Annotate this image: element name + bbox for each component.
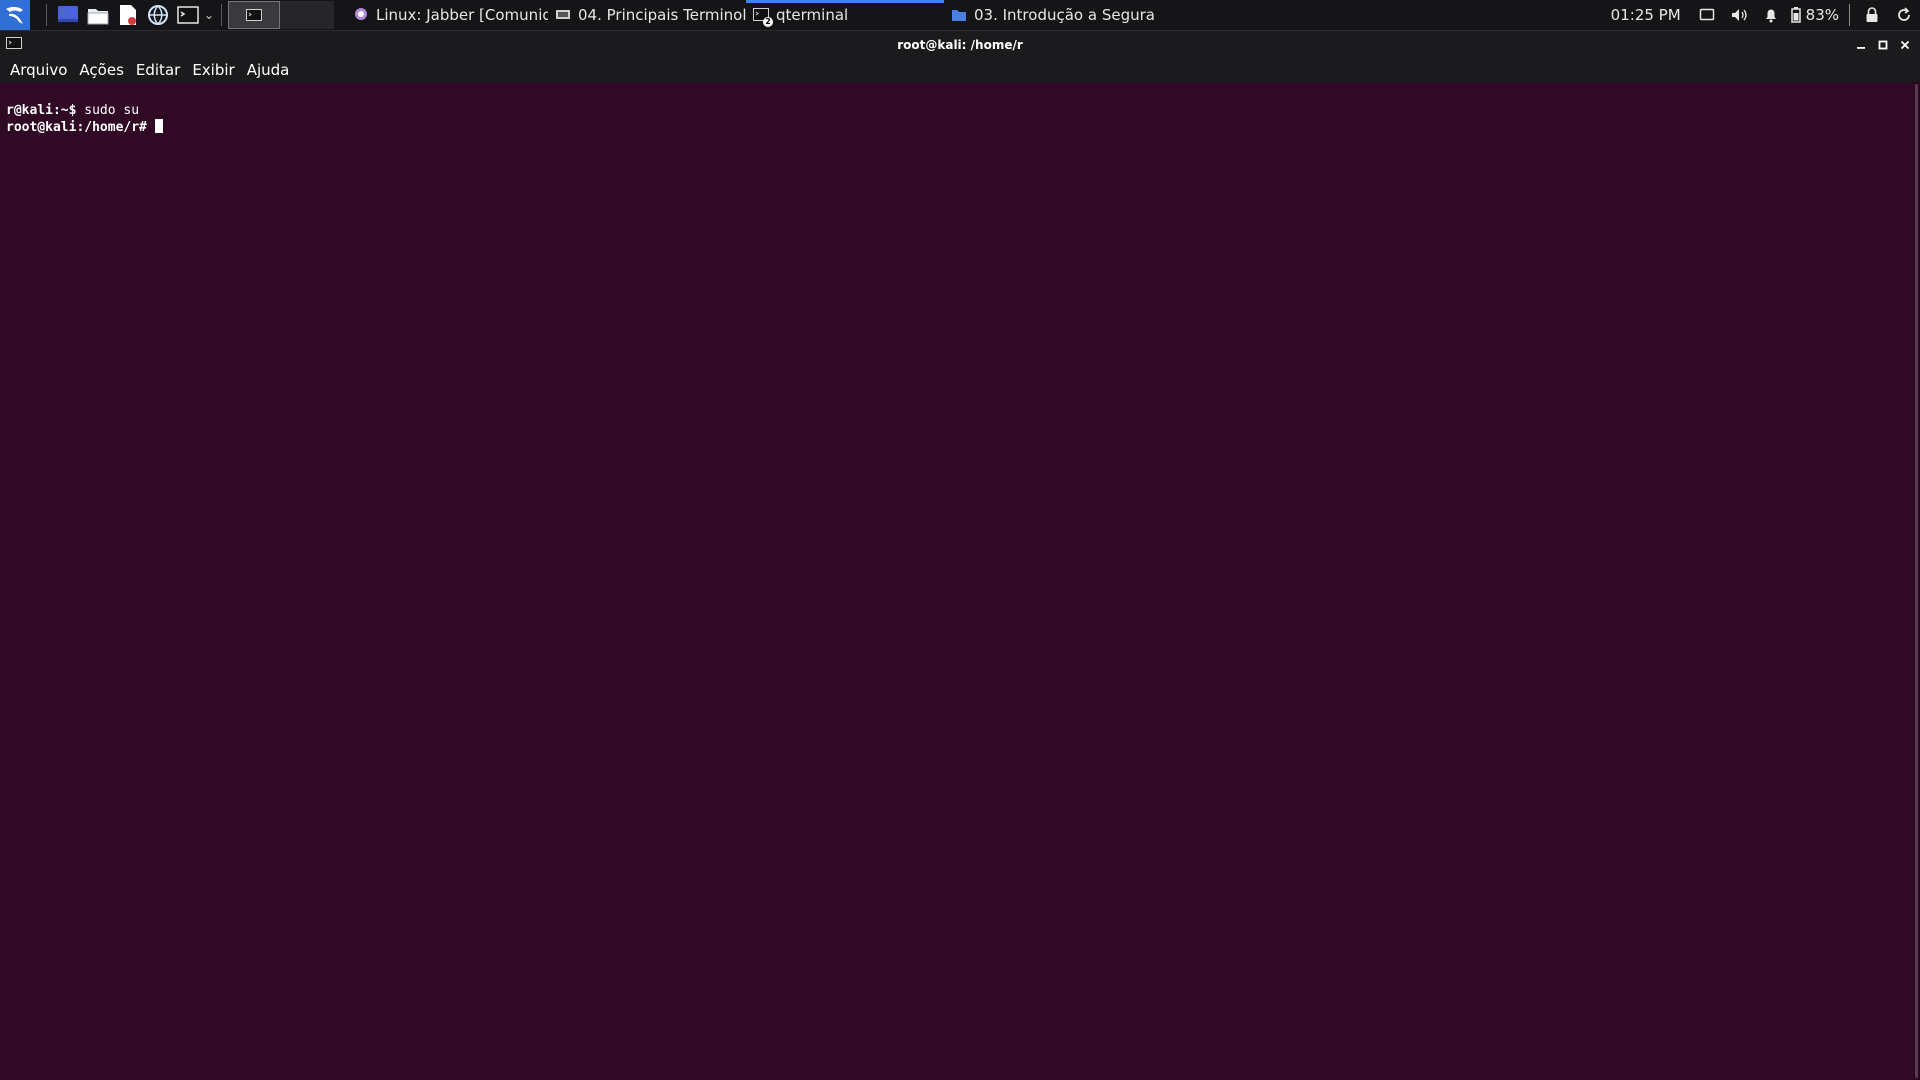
- desktop-icon: [58, 6, 78, 22]
- launcher-separator: [46, 4, 47, 26]
- display-button[interactable]: [1691, 0, 1723, 30]
- terminal-prompt: root@kali:/home/r#: [6, 120, 147, 135]
- tray-separator: [1849, 4, 1850, 26]
- task-principais-terminologias[interactable]: 04. Principais Terminolo...: [548, 0, 746, 30]
- terminal-line: root@kali:/home/r#: [6, 119, 1913, 135]
- menu-arquivo[interactable]: Arquivo: [4, 58, 73, 82]
- show-desktop-button[interactable]: [53, 0, 83, 30]
- maximize-button[interactable]: [1872, 34, 1894, 56]
- lock-screen-button[interactable]: [1856, 0, 1888, 30]
- presentation-icon: [556, 10, 570, 19]
- volume-button[interactable]: [1723, 0, 1755, 30]
- web-browser-icon: [148, 5, 168, 25]
- task-label: qterminal: [776, 6, 849, 24]
- terminal-output[interactable]: r@kali:~$ sudo su root@kali:/home/r#: [0, 82, 1913, 1080]
- workspace-2[interactable]: [280, 1, 334, 29]
- logout-button[interactable]: [1888, 0, 1920, 30]
- maximize-icon: [1878, 40, 1888, 49]
- chat-app-icon: [355, 8, 367, 20]
- text-cursor: [154, 119, 163, 133]
- launcher-bar: ⌄: [0, 0, 334, 30]
- task-label: 04. Principais Terminolo...: [578, 6, 746, 24]
- web-browser-button[interactable]: [143, 0, 173, 30]
- terminal-window-icon: [6, 37, 22, 49]
- minimize-icon: [1857, 46, 1865, 49]
- terminal-prompt: r@kali:~$: [6, 103, 77, 118]
- task-list: Linux: Jabber [Comunida... 04. Principai…: [346, 0, 1154, 30]
- kali-menu-button[interactable]: [0, 0, 30, 30]
- workspace-1[interactable]: [228, 1, 280, 29]
- folder-icon: [952, 10, 966, 21]
- minimize-button[interactable]: [1850, 34, 1872, 56]
- close-icon: [1900, 40, 1910, 49]
- terminal-line: r@kali:~$ sudo su: [6, 103, 1913, 119]
- file-manager-button[interactable]: [83, 0, 113, 30]
- menu-bar: Arquivo Ações Editar Exibir Ajuda: [0, 58, 1920, 82]
- window-count-badge: 2: [763, 17, 773, 27]
- chevron-down-icon[interactable]: ⌄: [203, 8, 215, 22]
- notifications-button[interactable]: [1755, 0, 1787, 30]
- terminal-scrollbar[interactable]: [1913, 82, 1920, 1080]
- task-introducao-seguranca[interactable]: 03. Introdução a Segura...: [944, 0, 1154, 30]
- battery-percent: 83%: [1805, 6, 1839, 24]
- taskbar: ⌄ Linux: Jabber [Comunida...: [0, 0, 1920, 31]
- system-tray: 01:25 PM 83%: [1611, 0, 1920, 30]
- kali-menu-icon: [6, 6, 23, 24]
- refresh-icon: [1898, 7, 1910, 21]
- terminal-launcher-button[interactable]: [173, 0, 203, 30]
- text-editor-button[interactable]: [113, 0, 143, 30]
- close-button[interactable]: [1894, 34, 1916, 56]
- volume-icon: [1731, 9, 1747, 21]
- terminal-window-icon: [246, 9, 262, 21]
- file-manager-icon: [87, 9, 109, 25]
- terminal-icon: [177, 6, 199, 24]
- terminal-command: sudo su: [76, 103, 140, 118]
- launcher-separator: [221, 4, 222, 26]
- menu-ajuda[interactable]: Ajuda: [241, 58, 296, 82]
- menu-exibir[interactable]: Exibir: [186, 58, 240, 82]
- lock-icon: [1866, 7, 1878, 22]
- menu-acoes[interactable]: Ações: [73, 58, 129, 82]
- menu-editar[interactable]: Editar: [130, 58, 186, 82]
- window-controls: [1850, 31, 1916, 58]
- task-jabber[interactable]: Linux: Jabber [Comunida...: [346, 0, 548, 30]
- battery-icon: [1790, 7, 1801, 23]
- text-editor-icon: [120, 5, 136, 25]
- desktop: ⌄ Linux: Jabber [Comunida...: [0, 0, 1920, 1080]
- window-title: root@kali: /home/r: [897, 37, 1023, 52]
- battery-indicator[interactable]: 83%: [1787, 0, 1843, 30]
- window-titlebar[interactable]: root@kali: /home/r: [0, 31, 1920, 58]
- clock[interactable]: 01:25 PM: [1611, 0, 1691, 30]
- display-icon: [1699, 8, 1714, 21]
- task-qterminal[interactable]: 2 qterminal: [746, 0, 944, 30]
- task-label: Linux: Jabber [Comunida...: [376, 6, 548, 24]
- bell-icon: [1765, 9, 1776, 23]
- scrollbar-thumb[interactable]: [1915, 84, 1918, 1078]
- task-label: 03. Introdução a Segura...: [974, 6, 1154, 24]
